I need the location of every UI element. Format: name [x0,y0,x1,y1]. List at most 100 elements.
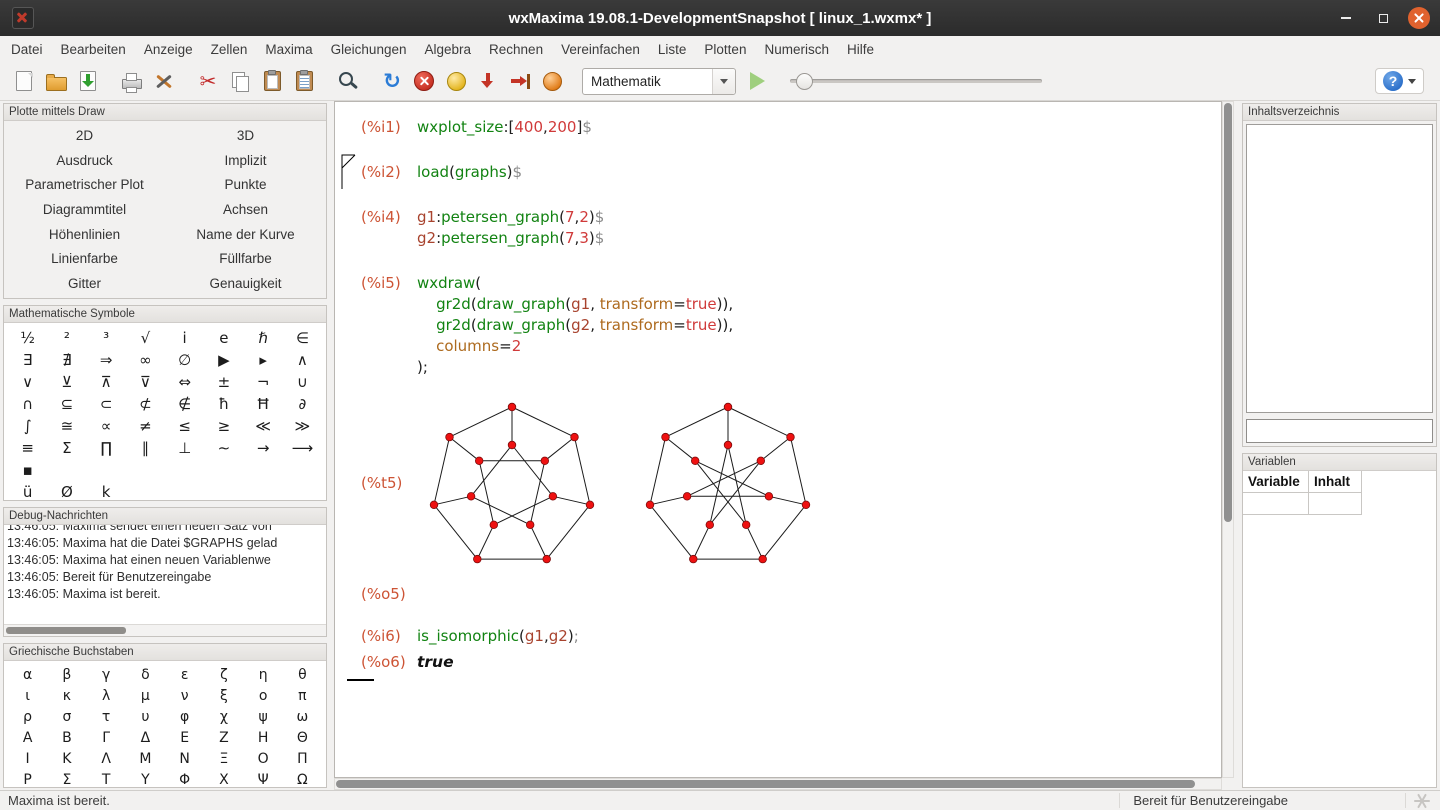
menu-bearbeiten[interactable]: Bearbeiten [52,39,135,60]
cell-label[interactable]: (%i2) [361,162,401,183]
code-editor[interactable]: g1:petersen_graph(7,2)$g2:petersen_graph… [417,207,1221,249]
symbol-button[interactable]: ⟶ [292,439,314,457]
greek-letter-button[interactable]: σ [62,709,71,725]
slider-handle[interactable] [796,73,813,90]
cell-label[interactable]: (%i5) [361,273,401,294]
symbol-button[interactable]: ≠ [139,417,152,435]
symbol-button[interactable]: ≅ [61,417,74,435]
copy-icon[interactable] [227,68,254,95]
greek-letter-button[interactable]: υ [141,709,149,725]
greek-letter-button[interactable]: Θ [297,730,308,746]
code-line[interactable]: g2:petersen_graph(7,3)$ [417,228,1221,249]
greek-letter-button[interactable]: α [23,667,32,683]
scrollbar-thumb[interactable] [336,780,1195,788]
worksheet-cell[interactable]: (%i6)is_isomorphic(g1,g2); [335,626,1221,647]
code-editor[interactable]: load(graphs)$ [417,162,1221,183]
greek-letter-button[interactable]: Π [297,751,308,767]
symbol-button[interactable]: ∏ [100,439,111,457]
symbol-button[interactable]: i [183,329,187,347]
new-document-icon[interactable] [11,68,38,95]
symbol-button[interactable]: ∥ [142,439,150,457]
draw-button-ausdruck[interactable]: Ausdruck [52,152,116,169]
symbol-button[interactable]: ∂ [298,395,306,413]
toc-list[interactable] [1246,124,1433,413]
greek-letter-button[interactable]: ψ [259,709,268,725]
symbol-button[interactable]: ⊽ [140,373,151,391]
draw-button-h-henlinien[interactable]: Höhenlinien [45,226,124,243]
symbol-button[interactable]: ⊆ [61,395,74,413]
code-line[interactable]: wxplot_size:[400,200]$ [417,117,1221,138]
greek-letter-button[interactable]: O [258,751,269,767]
menu-numerisch[interactable]: Numerisch [755,39,838,60]
question-ball-icon[interactable] [539,68,566,95]
worksheet-cell[interactable]: (%o5) [335,584,1221,605]
menu-gleichungen[interactable]: Gleichungen [322,39,416,60]
code-editor[interactable]: wxdraw( gr2d(draw_graph(g1, transform=tr… [417,273,1221,378]
symbol-button[interactable]: ± [218,373,231,391]
symbol-button[interactable]: → [257,439,270,457]
symbol-button[interactable]: ∅ [178,351,191,369]
evaluate-rest-icon[interactable] [475,68,502,95]
menu-rechnen[interactable]: Rechnen [480,39,552,60]
animation-slider[interactable] [790,69,1042,93]
minimize-button[interactable] [1334,6,1358,30]
greek-letter-button[interactable]: φ [180,709,189,725]
greek-letter-button[interactable]: ρ [23,709,32,725]
cell-bracket[interactable] [341,154,356,190]
variables-empty-cell[interactable] [1243,493,1309,515]
greek-letter-button[interactable]: λ [102,688,110,704]
menu-vereinfachen[interactable]: Vereinfachen [552,39,649,60]
code-line[interactable]: is_isomorphic(g1,g2); [417,626,1221,647]
symbol-button[interactable]: ≥ [218,417,231,435]
greek-letter-button[interactable]: ε [181,667,189,683]
symbol-button[interactable]: ∪ [297,373,308,391]
code-line[interactable]: columns=2 [417,336,1221,357]
greek-letter-button[interactable]: Λ [101,751,111,767]
code-line[interactable]: wxdraw( [417,273,1221,294]
greek-letter-button[interactable]: Y [141,772,150,788]
symbol-button[interactable]: ≤ [178,417,191,435]
settings-icon[interactable] [151,68,178,95]
menu-plotten[interactable]: Plotten [695,39,755,60]
greek-letter-button[interactable]: B [62,730,72,746]
symbol-button[interactable]: ∄ [62,351,71,369]
symbol-button[interactable]: ▪ [23,461,33,479]
symbol-button[interactable]: ü [23,483,33,501]
save-icon[interactable] [75,68,102,95]
worksheet-cell[interactable]: (%i4)g1:petersen_graph(7,2)$g2:petersen_… [335,207,1221,249]
worksheet-vertical-scrollbar[interactable] [1222,101,1234,778]
variables-col-inhalt[interactable]: Inhalt [1309,471,1362,493]
scrollbar-thumb[interactable] [6,627,126,634]
draw-button-achsen[interactable]: Achsen [219,201,272,218]
greek-letter-button[interactable]: μ [141,688,150,704]
greek-letter-button[interactable]: Φ [179,772,190,788]
draw-button-f-llfarbe[interactable]: Füllfarbe [215,250,276,267]
greek-letter-button[interactable]: η [259,667,268,683]
code-editor[interactable]: wxplot_size:[400,200]$ [417,117,1221,138]
menu-datei[interactable]: Datei [2,39,52,60]
open-file-icon[interactable] [43,68,70,95]
symbol-button[interactable]: Ø [61,483,73,501]
greek-letter-button[interactable]: I [26,751,30,767]
greek-letter-button[interactable]: ω [297,709,309,725]
mode-dropdown[interactable]: Mathematik [582,68,736,95]
close-button[interactable] [1408,7,1430,29]
greek-letter-button[interactable]: Z [219,730,229,746]
symbol-button[interactable]: e [219,329,228,347]
draw-button-2d[interactable]: 2D [72,127,97,144]
symbol-button[interactable]: ⊥ [178,439,191,457]
worksheet-cell[interactable] [335,679,1221,700]
menu-liste[interactable]: Liste [649,39,696,60]
symbol-button[interactable]: ∼ [218,439,231,457]
greek-letter-button[interactable]: Ψ [258,772,269,788]
variables-col-variable[interactable]: Variable [1243,471,1309,493]
symbol-button[interactable]: ⊼ [101,373,112,391]
greek-letter-button[interactable]: θ [298,667,307,683]
greek-letter-button[interactable]: β [62,667,71,683]
draw-button-punkte[interactable]: Punkte [220,176,270,193]
worksheet-cell[interactable]: (%t5) [335,395,1221,571]
symbol-button[interactable]: ∧ [297,351,308,369]
greek-letter-button[interactable]: ν [181,688,189,704]
symbol-button[interactable]: ⊄ [139,395,152,413]
draw-button-parametrischer-plot[interactable]: Parametrischer Plot [21,176,148,193]
